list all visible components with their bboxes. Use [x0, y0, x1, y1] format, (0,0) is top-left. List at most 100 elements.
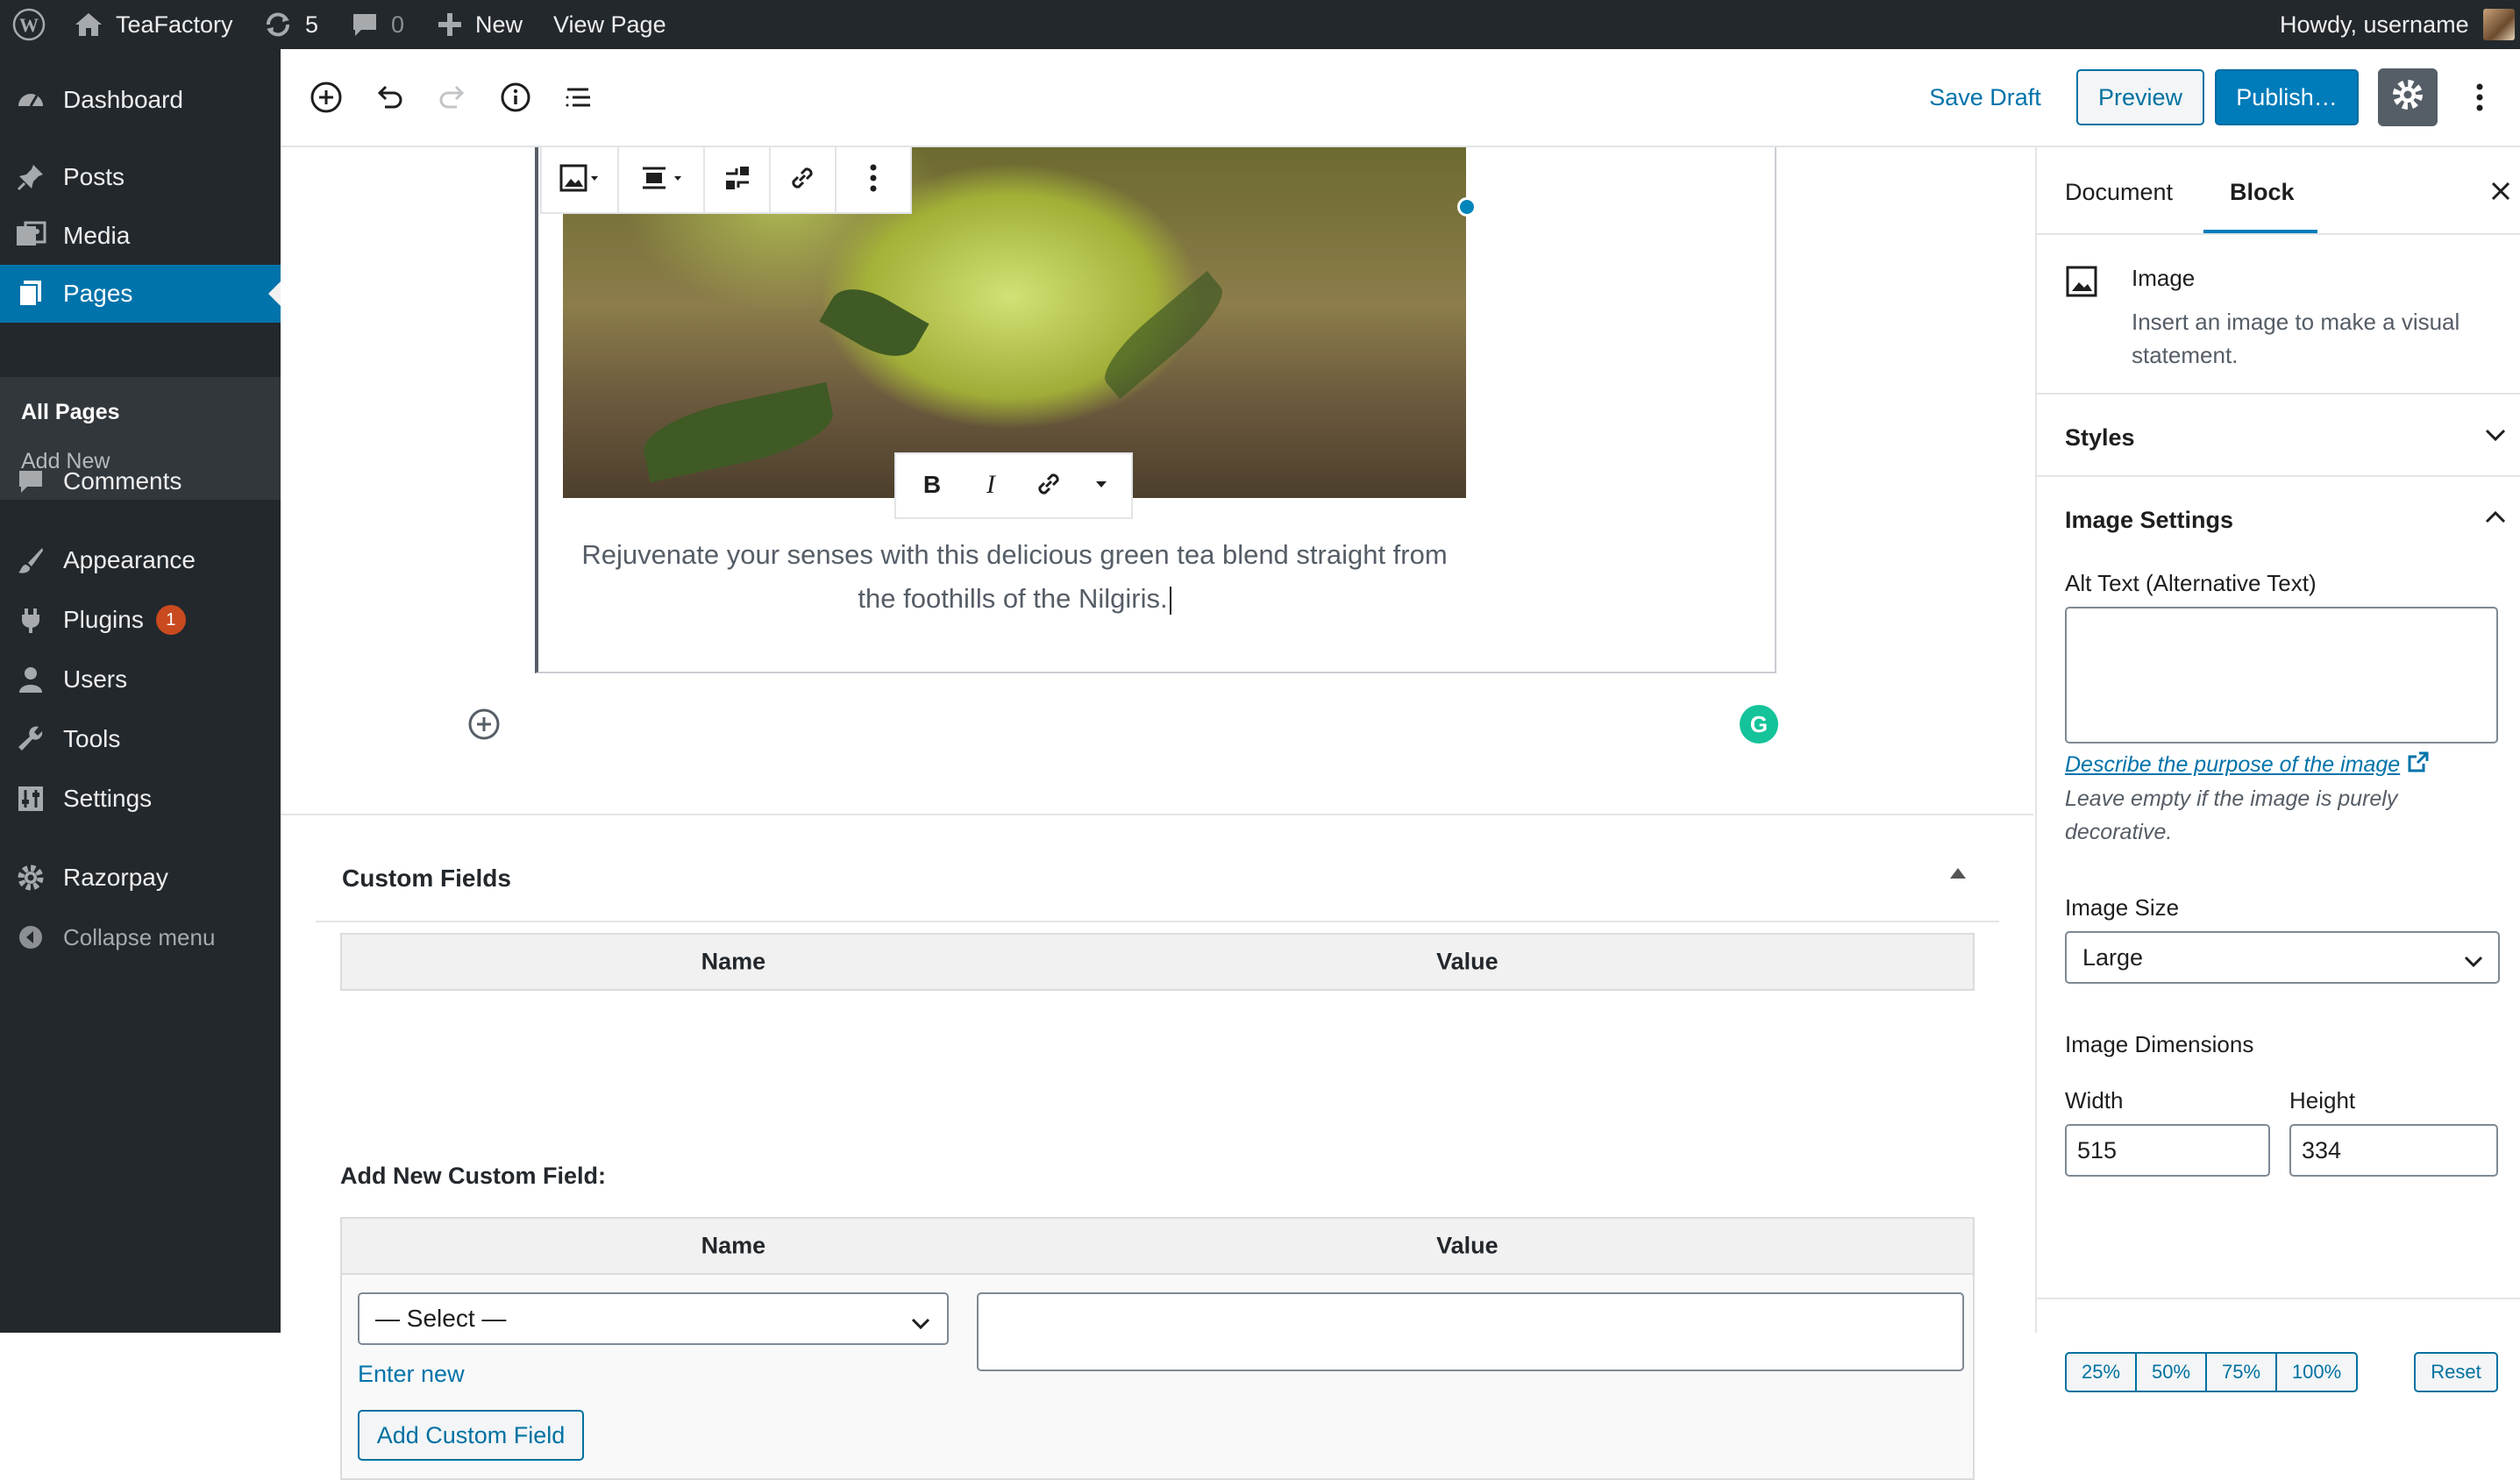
undo-icon[interactable] — [370, 78, 409, 117]
height-input[interactable]: 334 — [2289, 1124, 2498, 1177]
enter-new-link[interactable]: Enter new — [358, 1361, 465, 1388]
sidebar-rule — [2037, 233, 2520, 235]
comments-link[interactable]: 0 — [351, 0, 404, 49]
external-link-icon — [2407, 751, 2430, 779]
publish-button[interactable]: Publish… — [2215, 69, 2359, 125]
menu-item-posts[interactable]: Posts — [0, 148, 281, 206]
image-caption[interactable]: Rejuvenate your senses with this delicio… — [563, 533, 1466, 621]
block-switcher-button[interactable] — [542, 147, 620, 212]
preview-button[interactable]: Preview — [2076, 69, 2204, 125]
menu-label-collapse: Collapse menu — [63, 923, 216, 950]
sidebar-rule — [2037, 1298, 2520, 1299]
svg-text:W: W — [19, 14, 39, 36]
reset-dimensions-button[interactable]: Reset — [2414, 1352, 2498, 1392]
alt-help-line-1: Leave empty if the image is purely — [2065, 786, 2398, 811]
replace-image-button[interactable] — [705, 147, 772, 212]
close-icon[interactable] — [2489, 177, 2512, 210]
scale-25-button[interactable]: 25% — [2065, 1352, 2137, 1392]
menu-item-pages[interactable]: Pages — [0, 265, 281, 323]
chevron-down-icon[interactable] — [2484, 426, 2507, 448]
redo-icon[interactable] — [433, 78, 472, 117]
tab-document[interactable]: Document — [2065, 179, 2173, 206]
save-draft-button[interactable]: Save Draft — [1915, 70, 2055, 125]
vertical-ellipsis-icon — [868, 160, 879, 200]
alt-text-textarea[interactable] — [2065, 607, 2498, 744]
add-custom-field-button[interactable]: Add Custom Field — [358, 1410, 584, 1461]
image-settings-panel-title[interactable]: Image Settings — [2065, 507, 2233, 534]
wordpress-logo-icon[interactable]: W — [12, 0, 46, 49]
editor-canvas: B I Rejuvenate your senses with this del… — [281, 147, 2033, 1480]
caption-line-1: Rejuvenate your senses with this delicio… — [581, 539, 1448, 570]
height-value: 334 — [2302, 1136, 2342, 1163]
more-formats-icon[interactable] — [1093, 475, 1110, 497]
scale-75-button[interactable]: 75% — [2205, 1352, 2277, 1392]
collapse-arrow-icon[interactable] — [1950, 868, 1966, 879]
custom-field-name-select[interactable]: — Select — — [358, 1292, 949, 1345]
tab-block[interactable]: Block — [2230, 179, 2295, 206]
updates-link[interactable]: 5 — [263, 0, 318, 49]
block-navigation-icon[interactable] — [559, 78, 598, 117]
italic-icon[interactable]: I — [976, 469, 1006, 503]
styles-panel-title[interactable]: Styles — [2065, 424, 2135, 452]
chevron-down-icon — [910, 1310, 931, 1338]
scale-100-button[interactable]: 100% — [2275, 1352, 2358, 1392]
insert-link-button[interactable] — [771, 147, 836, 212]
bold-icon[interactable]: B — [917, 469, 947, 503]
submenu-all-pages[interactable]: All Pages — [21, 400, 120, 425]
menu-item-plugins[interactable]: Plugins 1 — [0, 591, 281, 649]
menu-item-tools[interactable]: Tools — [0, 710, 281, 768]
menu-item-media[interactable]: Media — [0, 207, 281, 265]
menu-item-comments[interactable]: Comments — [0, 452, 281, 510]
gear-icon — [14, 861, 47, 894]
menu-label-settings: Settings — [63, 785, 153, 812]
scale-50-button[interactable]: 50% — [2135, 1352, 2207, 1392]
block-card-description: Insert an image to make a visual stateme… — [2132, 305, 2459, 372]
column-header-value: Value — [1436, 948, 1498, 975]
width-input[interactable]: 515 — [2065, 1124, 2270, 1177]
image-size-label: Image Size — [2065, 894, 2180, 921]
menu-label-comments: Comments — [63, 467, 182, 495]
settings-toggle-button[interactable] — [2378, 68, 2438, 126]
grammarly-icon[interactable]: G — [1740, 705, 1778, 744]
block-more-options-button[interactable] — [836, 147, 910, 212]
menu-label-dashboard: Dashboard — [63, 86, 183, 113]
editor-header: Save Draft Preview Publish… — [281, 49, 2520, 147]
sliders-icon — [14, 782, 47, 815]
new-label: New — [475, 11, 523, 38]
more-options-icon[interactable] — [2460, 78, 2499, 117]
describe-purpose-link[interactable]: Describe the purpose of the image — [2065, 751, 2430, 779]
collapse-menu-button[interactable]: Collapse menu — [0, 908, 281, 966]
account-menu[interactable]: Howdy, username — [2280, 0, 2515, 49]
link-icon[interactable] — [1034, 469, 1064, 503]
alignment-dropdown[interactable] — [619, 147, 706, 212]
custom-field-value-textarea[interactable] — [977, 1292, 1964, 1371]
menu-item-dashboard[interactable]: Dashboard — [0, 71, 281, 129]
plus-icon — [437, 11, 463, 38]
info-icon[interactable] — [496, 78, 535, 117]
menu-item-users[interactable]: Users — [0, 651, 281, 708]
comment-bubble-icon — [351, 11, 379, 38]
caption-line-2: the foothills of the Nilgiris. — [858, 583, 1168, 614]
media-icon — [14, 219, 47, 253]
updates-count: 5 — [305, 11, 319, 38]
rich-text-toolbar: B I — [894, 452, 1133, 519]
menu-item-settings[interactable]: Settings — [0, 770, 281, 828]
svg-text:I: I — [986, 470, 997, 499]
image-size-select[interactable]: Large — [2065, 931, 2500, 984]
chevron-up-icon[interactable] — [2484, 509, 2507, 530]
add-block-icon[interactable] — [307, 78, 345, 117]
new-content-link[interactable]: New — [437, 0, 523, 49]
image-resize-handle[interactable] — [1457, 197, 1477, 217]
add-block-inline-icon[interactable] — [466, 707, 502, 742]
menu-label-pages: Pages — [63, 280, 133, 307]
site-name-link[interactable]: TeaFactory — [74, 0, 233, 49]
alt-help-line-2: decorative. — [2065, 820, 2173, 844]
menu-item-appearance[interactable]: Appearance — [0, 531, 281, 589]
comments-count: 0 — [391, 11, 405, 38]
view-page-link[interactable]: View Page — [553, 0, 666, 49]
height-label: Height — [2289, 1087, 2356, 1114]
collapse-icon — [14, 921, 47, 954]
menu-label-users: Users — [63, 665, 128, 693]
sidebar-rule — [2037, 393, 2520, 395]
menu-item-razorpay[interactable]: Razorpay — [0, 849, 281, 907]
